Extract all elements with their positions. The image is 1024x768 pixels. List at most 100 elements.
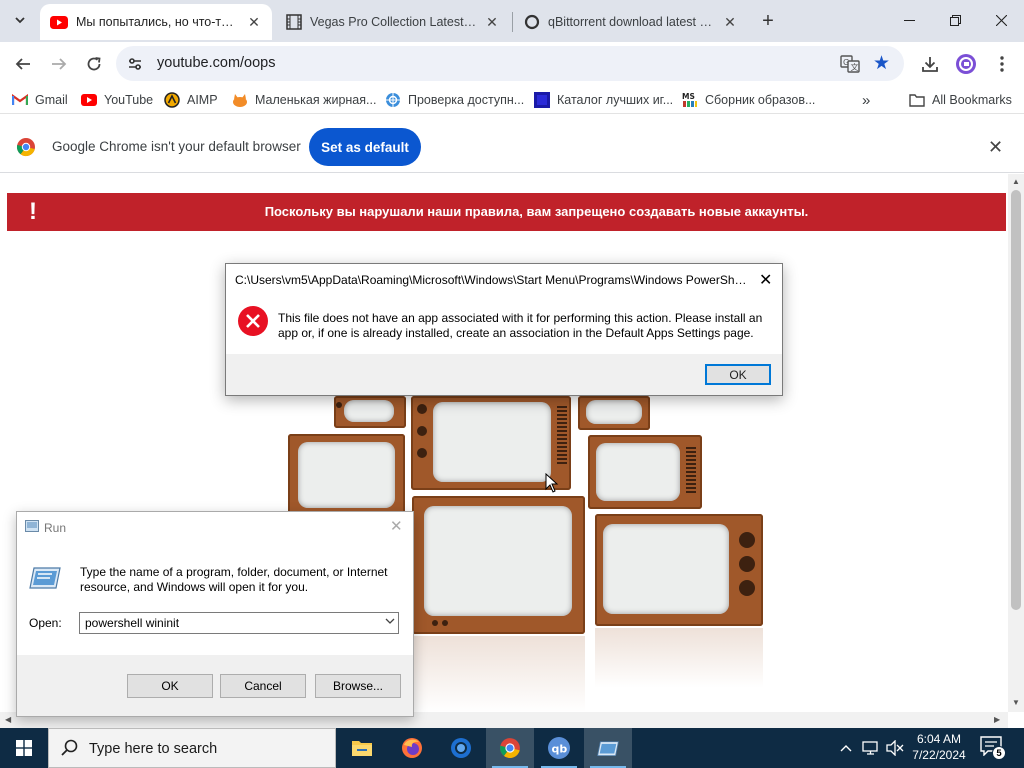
run-ok-button[interactable]: OK [127,674,213,698]
chrome-logo-icon [16,137,36,160]
vpn-extension-icon [956,54,976,74]
forward-button[interactable] [44,49,74,79]
run-dialog-titlebar[interactable]: Run [25,520,66,535]
close-tab-icon[interactable]: ✕ [246,14,262,30]
run-browse-button[interactable]: Browse... [315,674,401,698]
more-bookmarks-button[interactable]: » [862,91,870,109]
bookmark-label: Сборник образов... [705,93,816,107]
cat-icon [232,92,248,108]
scroll-up-arrow-icon[interactable]: ▲ [1011,177,1021,186]
infobar-message: Google Chrome isn't your default browser [52,139,301,154]
minimize-button[interactable] [886,0,932,40]
run-app-icon [28,564,62,593]
open-label: Open: [29,616,62,630]
bookmark-label: Каталог лучших иг... [557,93,674,107]
action-center-button[interactable]: 5 [980,736,1008,760]
address-bar[interactable]: youtube.com/oops G文 ★ [116,46,904,81]
taskbar-chrome[interactable] [486,728,534,768]
taskbar-search-box[interactable]: Type here to search [48,728,336,768]
chevron-down-icon[interactable] [385,616,395,629]
scrollbar-thumb[interactable] [1011,190,1021,610]
scroll-down-arrow-icon[interactable]: ▼ [1011,698,1021,707]
taskbar-qbittorrent[interactable]: qb [535,728,583,768]
back-button[interactable] [8,49,38,79]
error-dialog-body: C:\Users\vm5\AppData\Roaming\Microsoft\W… [226,264,782,354]
run-command-value: powershell wininit [85,616,180,630]
downloads-button[interactable] [917,51,943,77]
notification-badge: 5 [992,746,1006,760]
start-button[interactable] [0,728,48,768]
bookmark-games-catalog[interactable]: Каталог лучших иг... [534,91,673,109]
close-window-button[interactable] [978,0,1024,40]
scroll-right-arrow-icon[interactable]: ▶ [994,715,1000,724]
ban-message: Поскольку вы нарушали наши правила, вам … [264,204,809,219]
reload-button[interactable] [79,49,109,79]
run-app-icon [597,741,619,757]
minimize-icon [903,19,915,21]
bookmark-label: YouTube [104,93,154,107]
svg-text:G: G [843,58,849,67]
clock-date: 7/22/2024 [912,748,966,762]
tv-set [595,514,763,626]
bookmark-youtube[interactable]: YouTube [81,91,153,109]
run-cancel-button[interactable]: Cancel [220,674,306,698]
error-message: This file does not have an app associate… [278,311,763,340]
chevron-down-icon [15,17,25,24]
set-as-default-button[interactable]: Set as default [309,128,421,166]
tab-qbittorrent[interactable]: qBittorrent download latest ver... ✕ [514,4,748,40]
tab-search-button[interactable] [6,6,34,34]
run-description: Type the name of a program, folder, docu… [80,565,388,594]
qbittorrent-icon: qb [548,737,570,759]
tv-reflection [412,636,585,712]
chrome-menu-button[interactable] [989,51,1015,77]
back-arrow-icon [15,58,30,70]
error-icon [237,305,269,340]
tv-set [588,435,702,509]
run-command-input[interactable]: powershell wininit [79,612,399,634]
taskbar-app-blue-circle[interactable] [437,728,485,768]
bookmark-label: Gmail [35,93,68,107]
bookmark-gmail[interactable]: Gmail [12,91,68,109]
search-placeholder: Type here to search [89,741,218,757]
bookmark-check-availability[interactable]: Проверка доступн... [385,91,524,109]
file-explorer-icon [352,741,372,756]
globe-icon [385,92,401,108]
bookmark-images-collection[interactable]: MS Сборник образов... [682,91,815,109]
tune-icon [129,58,141,70]
ban-banner: ! Поскольку вы нарушали наши правила, ва… [7,193,1006,231]
show-hidden-icons-button[interactable] [836,728,856,768]
bookmark-cat-site[interactable]: Маленькая жирная... [232,91,376,109]
taskbar-clock[interactable]: 6:04 AM 7/22/2024 [904,731,974,763]
tv-set [578,396,650,430]
taskbar-file-explorer[interactable] [338,728,386,768]
taskbar-firefox[interactable] [388,728,436,768]
new-tab-button[interactable]: + [754,7,782,35]
svg-text:qb: qb [552,743,568,756]
qbittorrent-icon [524,14,540,30]
all-bookmarks-button[interactable]: All Bookmarks [909,91,1012,109]
ms-icon: MS [682,92,698,108]
error-ok-button[interactable]: OK [705,364,771,385]
close-dialog-icon[interactable]: ✕ [759,270,772,290]
volume-tray-button[interactable] [884,728,906,768]
restore-button[interactable] [932,0,978,40]
tab-vegas-pro[interactable]: Vegas Pro Collection Latest Buil... ✕ [276,4,510,40]
close-tab-icon[interactable]: ✕ [484,14,500,30]
close-infobar-icon[interactable]: ✕ [988,137,1003,158]
tab-title: Мы попытались, но что-то по... [76,15,240,29]
vertical-scrollbar[interactable]: ▲ ▼ [1008,174,1024,712]
site-info-button[interactable] [124,53,146,75]
taskbar-run[interactable] [584,728,632,768]
close-run-dialog-icon[interactable]: ✕ [390,517,403,535]
tab-youtube-oops[interactable]: Мы попытались, но что-то по... ✕ [40,4,272,40]
translate-button[interactable]: G文 [840,54,860,77]
bookmark-aimp[interactable]: AIMP [164,91,218,109]
scroll-left-arrow-icon[interactable]: ◀ [5,715,11,724]
close-tab-icon[interactable]: ✕ [722,14,738,30]
bookmark-star-icon[interactable]: ★ [873,52,890,75]
default-browser-infobar: Google Chrome isn't your default browser… [0,121,1024,173]
desktop-screen: Мы попытались, но что-то по... ✕ Vegas P… [0,0,1024,768]
extension-button[interactable] [953,51,979,77]
network-tray-button[interactable] [860,728,882,768]
browser-toolbar: youtube.com/oops G文 ★ [0,42,1024,84]
